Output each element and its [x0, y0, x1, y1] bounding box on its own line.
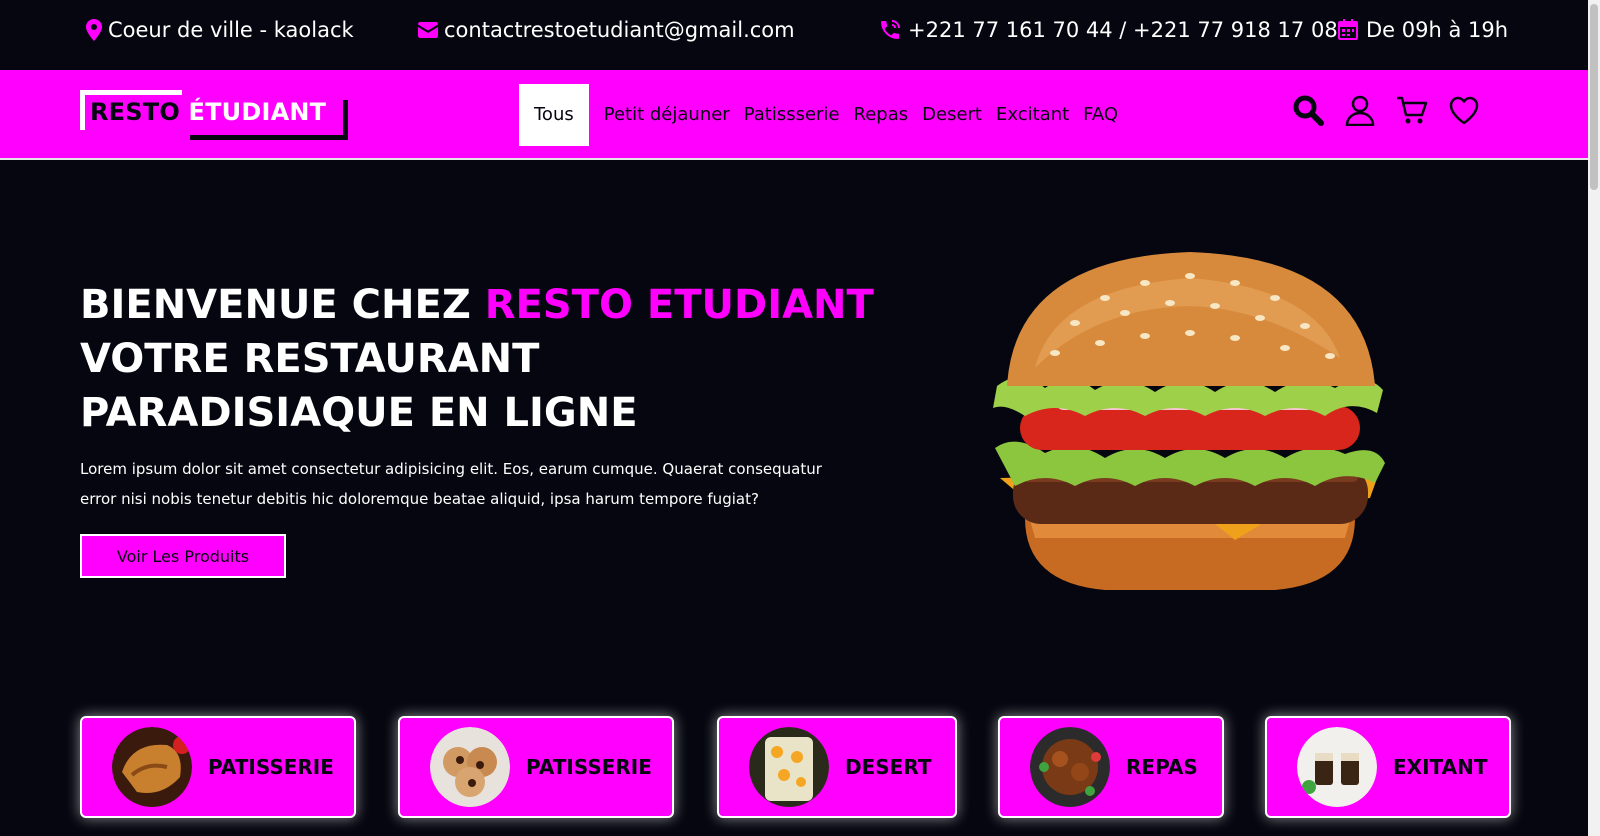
- hours-text: De 09h à 19h: [1366, 18, 1509, 42]
- location-info: Coeur de ville - kaolack: [86, 0, 354, 60]
- email-info[interactable]: contactrestoetudiant@gmail.com: [418, 0, 795, 60]
- nav-actions: [1292, 94, 1480, 127]
- phone-icon: [881, 20, 900, 39]
- logo-text-etudiant: ÉTUDIANT: [188, 98, 327, 126]
- patisserie-thumbnail: [112, 727, 192, 807]
- hero-title-highlight: RESTO ETUDIANT: [484, 282, 874, 328]
- heart-icon[interactable]: [1448, 94, 1480, 126]
- calendar-icon: [1338, 19, 1358, 40]
- page-scrollbar[interactable]: [1588, 0, 1600, 836]
- phone-info[interactable]: +221 77 161 70 44 / +221 77 918 17 08: [878, 0, 1338, 60]
- exitant-thumbnail: [1297, 727, 1377, 807]
- view-products-button[interactable]: Voir Les Produits: [80, 534, 286, 578]
- burger-image: [993, 252, 1385, 590]
- category-label: DESERT: [845, 755, 932, 779]
- phone-text: +221 77 161 70 44 / +221 77 918 17 08: [908, 18, 1338, 42]
- site-logo[interactable]: RESTO ÉTUDIANT: [80, 90, 348, 140]
- hero-title: BIENVENUE CHEZ RESTO ETUDIANT VOTRE REST…: [80, 278, 880, 440]
- location-pin-icon: [86, 19, 102, 41]
- main-navbar: RESTO ÉTUDIANT Tous Petit déjauner Patis…: [0, 70, 1590, 160]
- patisserie-thumbnail: [430, 727, 510, 807]
- category-label: REPAS: [1126, 755, 1198, 779]
- hero-description: Lorem ipsum dolor sit amet consectetur a…: [80, 460, 822, 508]
- repas-thumbnail: [1030, 727, 1110, 807]
- category-card-patisserie[interactable]: PATISSERIE: [80, 716, 356, 818]
- menu-item-patisserie[interactable]: Patissserie: [737, 84, 847, 146]
- category-card-patisserie-2[interactable]: PATISSERIE: [398, 716, 674, 818]
- cart-icon[interactable]: [1396, 94, 1428, 126]
- menu-item-petit-dejeuner[interactable]: Petit déjauner: [597, 84, 737, 146]
- logo-text: RESTO ÉTUDIANT: [90, 98, 326, 126]
- search-icon[interactable]: [1292, 94, 1324, 126]
- category-card-exitant[interactable]: EXITANT: [1265, 716, 1511, 818]
- category-menu: Tous Petit déjauner Patissserie Repas De…: [519, 84, 1125, 146]
- category-card-desert[interactable]: DESERT: [717, 716, 957, 818]
- top-info-bar: Coeur de ville - kaolack contactrestoetu…: [0, 0, 1580, 70]
- menu-item-tous[interactable]: Tous: [519, 84, 589, 146]
- menu-item-repas[interactable]: Repas: [847, 84, 916, 146]
- envelope-icon: [418, 22, 438, 38]
- menu-item-desert[interactable]: Desert: [915, 84, 989, 146]
- menu-item-faq[interactable]: FAQ: [1076, 84, 1125, 146]
- menu-item-excitant[interactable]: Excitant: [989, 84, 1076, 146]
- category-label: PATISSERIE: [526, 755, 652, 779]
- hours-info: De 09h à 19h: [1336, 0, 1508, 60]
- user-icon[interactable]: [1344, 94, 1376, 127]
- hero-title-part1: BIENVENUE CHEZ: [80, 282, 485, 328]
- category-label: PATISSERIE: [208, 755, 334, 779]
- category-label: EXITANT: [1393, 755, 1488, 779]
- scrollbar-thumb[interactable]: [1590, 4, 1598, 190]
- hero-title-part2: VOTRE RESTAURANT PARADISIAQUE EN LIGNE: [80, 336, 638, 436]
- email-text: contactrestoetudiant@gmail.com: [444, 18, 795, 42]
- category-card-repas[interactable]: REPAS: [998, 716, 1224, 818]
- logo-text-resto: RESTO: [90, 98, 180, 126]
- location-text: Coeur de ville - kaolack: [108, 18, 354, 42]
- desert-thumbnail: [749, 727, 829, 807]
